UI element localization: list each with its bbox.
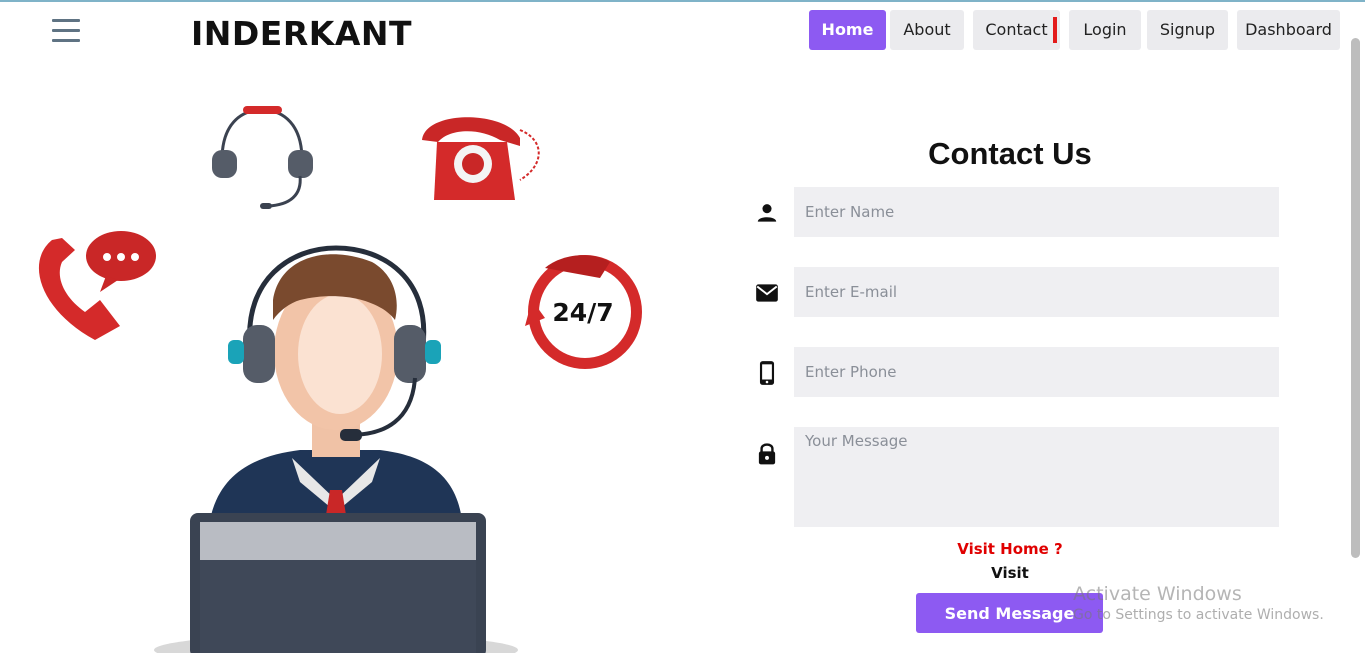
visit-link[interactable]: Visit: [960, 564, 1060, 582]
phone-chat-icon: [38, 231, 156, 340]
nav-signup[interactable]: Signup: [1147, 10, 1228, 50]
person-icon: [757, 204, 777, 222]
nav-login[interactable]: Login: [1069, 10, 1141, 50]
nav-contact-label: Contact: [985, 20, 1048, 39]
laptop-icon: [154, 513, 518, 653]
contact-title: Contact Us: [928, 136, 1092, 171]
operator-figure: [210, 245, 462, 520]
nav-about[interactable]: About: [890, 10, 964, 50]
nav-contact[interactable]: Contact: [973, 10, 1060, 50]
activation-watermark-subtitle: Go to Settings to activate Windows.: [1073, 607, 1324, 623]
headset-icon: [212, 106, 313, 209]
name-field[interactable]: [794, 187, 1279, 237]
mobile-icon: [759, 361, 775, 385]
mail-icon: [756, 284, 778, 302]
phone-field[interactable]: [794, 347, 1279, 397]
visit-home-link[interactable]: Visit Home ?: [930, 540, 1090, 558]
top-border: [0, 0, 1365, 2]
nav-dashboard[interactable]: Dashboard: [1237, 10, 1340, 50]
message-field[interactable]: [794, 427, 1279, 527]
clock-24-7-icon: 24/7: [525, 255, 642, 369]
menu-icon[interactable]: [52, 19, 80, 45]
lock-icon: [758, 443, 776, 465]
nav-home[interactable]: Home: [809, 10, 886, 50]
text-cursor-marker: [1053, 17, 1057, 43]
page-scrollbar[interactable]: [1351, 38, 1360, 558]
activation-watermark-title: Activate Windows: [1073, 583, 1242, 605]
telephone-icon: [422, 117, 540, 200]
clock-label: 24/7: [552, 298, 613, 327]
support-illustration: 24/7: [38, 106, 642, 653]
brand-logo[interactable]: INDERKANT: [191, 14, 412, 53]
email-field[interactable]: [794, 267, 1279, 317]
